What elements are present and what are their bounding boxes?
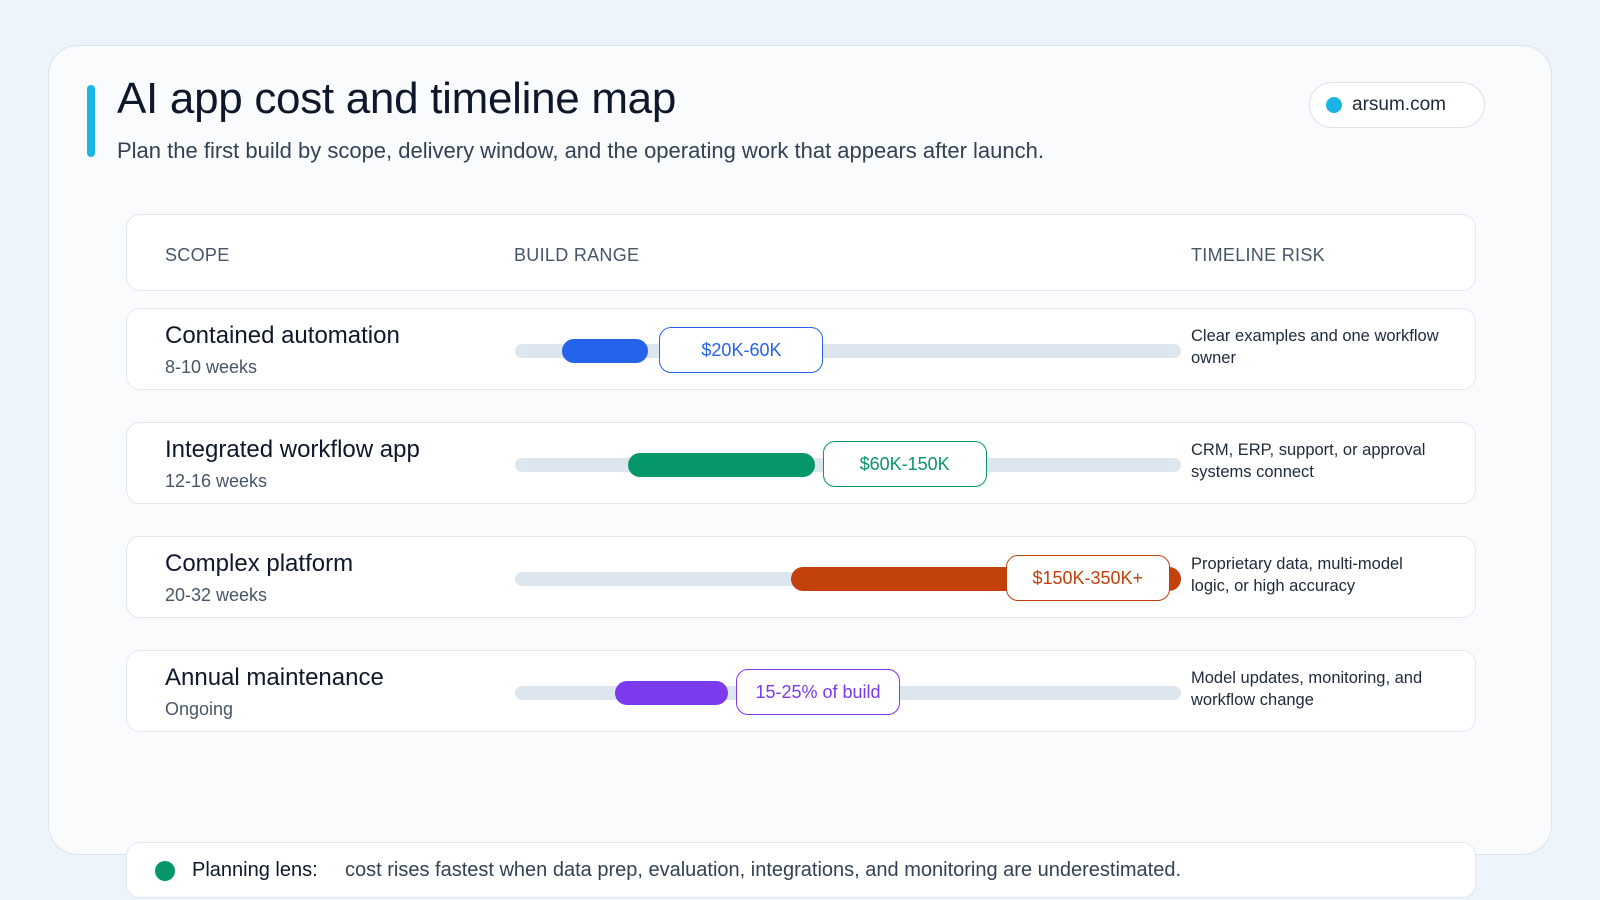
planning-lens-note: Planning lens: cost rises fastest when d… xyxy=(126,842,1476,898)
chart-row: Integrated workflow app 12-16 weeks $60K-1… xyxy=(126,422,1476,504)
range-value-label: $60K-150K xyxy=(822,441,987,487)
range-track: $20K-60K xyxy=(515,327,1181,373)
chart-row: Complex platform 20-32 weeks $150K-350K+ Pr… xyxy=(126,536,1476,618)
page-title: AI app cost and timeline map xyxy=(117,74,677,123)
chart-row: Contained automation 8-10 weeks $20K-60K Cl… xyxy=(126,308,1476,390)
page-subtitle: Plan the first build by scope, delivery … xyxy=(117,138,1044,163)
table-header: SCOPE BUILD RANGE TIMELINE RISK xyxy=(126,214,1476,291)
range-bar xyxy=(561,339,649,363)
row-scope-name: Integrated workflow app xyxy=(165,436,420,463)
range-value-label: 15-25% of build xyxy=(736,669,901,715)
row-timeline-risk: Model updates, monitoring, and workflow … xyxy=(1191,669,1423,709)
range-track: $60K-150K xyxy=(515,441,1181,487)
row-duration: Ongoing xyxy=(165,699,234,719)
column-header-timeline-risk: TIMELINE RISK xyxy=(1191,245,1325,265)
range-bar xyxy=(614,681,729,705)
planning-lens-label: Planning lens: xyxy=(192,859,318,881)
range-value-label: $20K-60K xyxy=(659,327,824,373)
site-dot-icon xyxy=(1326,97,1342,113)
row-timeline-risk: CRM, ERP, support, or approval systems c… xyxy=(1191,441,1426,481)
row-duration: 20-32 weeks xyxy=(165,585,268,605)
range-bar xyxy=(628,453,815,477)
column-header-build-range: BUILD RANGE xyxy=(514,245,640,265)
row-scope-name: Complex platform xyxy=(165,550,354,577)
main-card: AI app cost and timeline map Plan the fi… xyxy=(48,45,1552,898)
row-timeline-risk: Clear examples and one workflow owner xyxy=(1191,327,1439,367)
range-track: 15-25% of build xyxy=(515,669,1181,715)
range-track: $150K-350K+ xyxy=(515,555,1181,601)
site-link[interactable]: arsum.com xyxy=(1352,94,1446,116)
title-accent-bar xyxy=(87,85,95,157)
row-scope-name: Annual maintenance xyxy=(165,664,384,691)
planning-lens-text: cost rises fastest when data prep, evalu… xyxy=(345,859,1182,881)
column-header-scope: SCOPE xyxy=(165,245,230,265)
row-duration: 8-10 weeks xyxy=(165,357,258,377)
row-scope-name: Contained automation xyxy=(165,322,400,349)
row-duration: 12-16 weeks xyxy=(165,471,268,491)
status-dot-icon xyxy=(155,861,175,881)
row-timeline-risk: Proprietary data, multi-model logic, or … xyxy=(1191,555,1403,595)
site-badge[interactable]: arsum.com xyxy=(1309,82,1485,128)
chart-row: Annual maintenance Ongoing 15-25% of build… xyxy=(126,650,1476,732)
range-value-label: $150K-350K+ xyxy=(1005,555,1170,601)
